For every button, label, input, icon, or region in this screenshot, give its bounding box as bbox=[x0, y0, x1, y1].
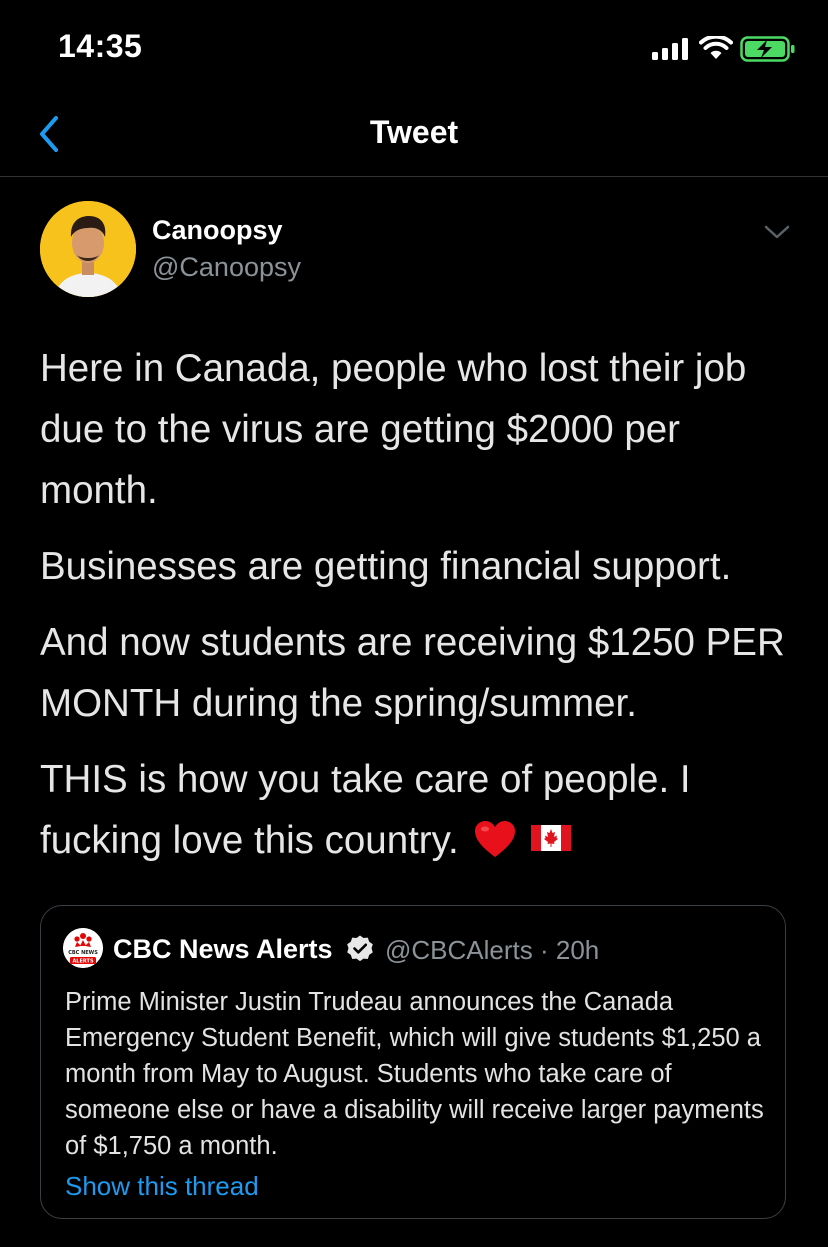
status-time: 14:35 bbox=[58, 28, 143, 64]
nav-bar: Tweet bbox=[0, 96, 828, 177]
cbc-logo-text-top: CBC NEWS bbox=[68, 950, 98, 956]
wifi-icon bbox=[699, 36, 733, 59]
quoted-author-handle-time: @CBCAlerts · 20h bbox=[385, 935, 600, 965]
tweet-paragraph-last: THIS is how you take care of people. I f… bbox=[40, 749, 800, 871]
status-bar: 14:35 bbox=[0, 0, 828, 96]
canada-flag-icon bbox=[530, 825, 571, 851]
quoted-author-name[interactable]: CBC News Alerts bbox=[113, 934, 333, 965]
red-heart-icon bbox=[474, 821, 515, 857]
tweet-text: Here in Canada, people who lost their jo… bbox=[40, 338, 800, 871]
cbc-logo-text-bottom: ALERTS bbox=[72, 959, 94, 965]
author-handle[interactable]: @Canoopsy bbox=[152, 252, 301, 283]
show-thread-link[interactable]: Show this thread bbox=[65, 1171, 259, 1202]
page-title: Tweet bbox=[369, 114, 459, 150]
verified-badge-icon bbox=[347, 935, 373, 962]
author-name[interactable]: Canoopsy bbox=[152, 215, 283, 246]
tweet-paragraph: Businesses are getting financial support… bbox=[40, 545, 732, 588]
cellular-signal-icon bbox=[652, 38, 688, 60]
quoted-tweet-card[interactable]: CBC NEWS ALERTS CBC News Alerts @CBCAler… bbox=[40, 905, 786, 1219]
chevron-down-icon[interactable] bbox=[762, 222, 792, 242]
cbc-news-logo: CBC NEWS ALERTS bbox=[63, 928, 103, 968]
battery-charging-icon bbox=[740, 36, 795, 62]
quoted-tweet-text: Prime Minister Justin Trudeau announces … bbox=[65, 988, 764, 1160]
avatar[interactable] bbox=[40, 201, 136, 297]
tweet-paragraph: Here in Canada, people who lost their jo… bbox=[40, 347, 747, 512]
tweet-paragraph-text: THIS is how you take care of people. I f… bbox=[40, 758, 691, 862]
tweet-paragraph: And now students are receiving $1250 PER… bbox=[40, 621, 785, 725]
